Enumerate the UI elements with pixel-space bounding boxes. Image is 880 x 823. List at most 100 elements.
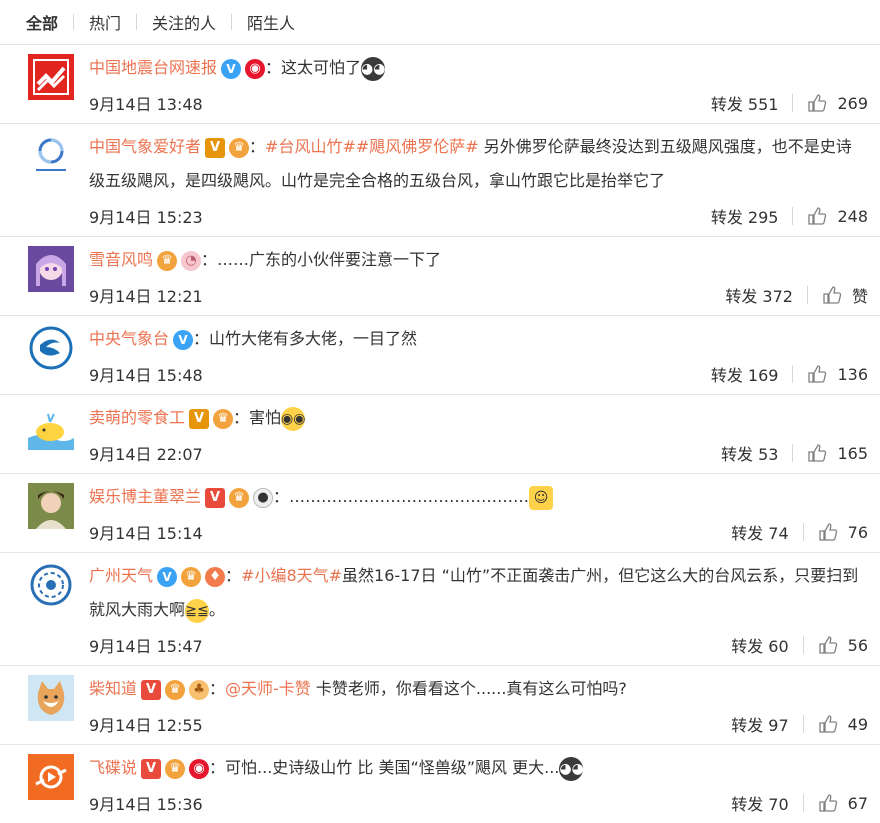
laughing-tears-emoji-icon: ≧≦ bbox=[185, 598, 210, 623]
like-button[interactable]: 136 bbox=[807, 364, 868, 384]
like-count: 269 bbox=[837, 93, 868, 113]
like-count: 49 bbox=[847, 714, 868, 734]
divider bbox=[792, 207, 794, 225]
verified-orange-icon: V bbox=[189, 408, 210, 429]
divider bbox=[806, 286, 808, 304]
avatar[interactable] bbox=[28, 404, 74, 450]
avatar[interactable] bbox=[28, 246, 74, 292]
scared-face-emoji-icon: ◕◕ bbox=[361, 56, 385, 81]
comment-content: 雪音风鸣 ♛ ◔ ：……广东的小伙伴要注意一下了 bbox=[89, 250, 442, 271]
timestamp: 9月14日 15:48 bbox=[89, 366, 203, 385]
timestamp: 9月14日 15:14 bbox=[89, 524, 203, 543]
divider bbox=[792, 444, 794, 462]
hashtag-link[interactable]: #台风山竹# bbox=[265, 137, 356, 156]
kid-emoji-icon: ☺ bbox=[529, 485, 554, 510]
balloon-badge-icon: ♦ bbox=[205, 566, 226, 587]
like-button[interactable]: 269 bbox=[807, 93, 868, 113]
username[interactable]: 飞碟说 bbox=[89, 758, 137, 777]
repost-button[interactable]: 转发 295 bbox=[711, 204, 779, 228]
comment-filter-tabs: 全部 热门 关注的人 陌生人 bbox=[0, 0, 880, 44]
like-count: 67 bbox=[847, 793, 868, 813]
like-button[interactable]: 165 bbox=[807, 443, 868, 463]
comment-text-end: 。 bbox=[209, 600, 226, 619]
verified-red-icon: V bbox=[205, 487, 226, 508]
verified-orange-icon: V bbox=[205, 137, 226, 158]
tab-all[interactable]: 全部 bbox=[26, 10, 58, 34]
like-count: 136 bbox=[837, 364, 868, 384]
avatar[interactable] bbox=[28, 562, 74, 608]
thumbs-up-icon bbox=[808, 94, 827, 112]
username[interactable]: 卖萌的零食工 bbox=[89, 408, 185, 427]
member-crown-icon: ♛ bbox=[229, 487, 250, 508]
avatar[interactable] bbox=[28, 54, 74, 100]
hashtag-link[interactable]: #小编8天气# bbox=[241, 566, 342, 585]
avatar[interactable] bbox=[28, 675, 74, 721]
repost-button[interactable]: 转发 97 bbox=[731, 712, 788, 736]
username[interactable]: 中国地震台网速报 bbox=[89, 58, 217, 77]
comment-meta: 9月14日 13:48 转发 551 269 bbox=[89, 91, 868, 115]
repost-button[interactable]: 转发 53 bbox=[721, 441, 778, 465]
avatar[interactable] bbox=[28, 325, 74, 371]
username[interactable]: 中国气象爱好者 bbox=[89, 137, 201, 156]
repost-button[interactable]: 转发 70 bbox=[731, 791, 788, 815]
hashtag-link[interactable]: #飓风佛罗伦萨# bbox=[356, 137, 479, 156]
tab-hot[interactable]: 热门 bbox=[89, 10, 121, 34]
thumbs-up-icon bbox=[808, 365, 827, 383]
repost-button[interactable]: 转发 60 bbox=[731, 633, 788, 657]
comment-content: 中国气象爱好者 V ♛ ：#台风山竹##飓风佛罗伦萨# 另外佛罗伦萨最终没达到五级飓风… bbox=[89, 137, 852, 190]
timestamp: 9月14日 12:21 bbox=[89, 287, 203, 306]
portrait-avatar-icon bbox=[28, 483, 74, 529]
repost-button[interactable]: 转发 551 bbox=[711, 91, 779, 115]
repost-button[interactable]: 转发 169 bbox=[711, 362, 779, 386]
member-crown-icon: ♛ bbox=[229, 137, 250, 158]
username[interactable]: 雪音风鸣 bbox=[89, 250, 153, 269]
comment-text: 害怕 bbox=[249, 408, 282, 427]
username[interactable]: 娱乐博主董翠兰 bbox=[89, 487, 201, 506]
like-count: 165 bbox=[837, 443, 868, 463]
repost-button[interactable]: 转发 74 bbox=[731, 520, 788, 544]
member-crown-icon: ♛ bbox=[213, 408, 234, 429]
member-crown-icon: ♛ bbox=[165, 679, 186, 700]
repost-button[interactable]: 转发 372 bbox=[725, 283, 793, 307]
username[interactable]: 中央气象台 bbox=[89, 329, 169, 348]
username[interactable]: 柴知道 bbox=[89, 679, 137, 698]
like-button[interactable]: 248 bbox=[807, 206, 868, 226]
divider bbox=[802, 523, 804, 541]
comment-item: 卖萌的零食工 V ♛ ：害怕◉◉ 9月14日 22:07 转发 53 165 bbox=[0, 394, 880, 473]
comment-item: 娱乐博主董翠兰 V ♛ ●：……………………………………… ☺ 9月14日 15:14 … bbox=[0, 473, 880, 552]
tab-strangers[interactable]: 陌生人 bbox=[247, 10, 295, 34]
fearful-face-emoji-icon: ◉◉ bbox=[281, 406, 305, 431]
tab-divider bbox=[73, 14, 75, 30]
cma-logo-icon bbox=[28, 325, 74, 371]
tab-divider bbox=[231, 14, 233, 30]
avatar[interactable] bbox=[28, 483, 74, 529]
like-button[interactable]: 56 bbox=[818, 635, 868, 655]
divider bbox=[792, 365, 794, 383]
scared-face-emoji-icon: ◕◕ bbox=[559, 756, 584, 781]
tab-following[interactable]: 关注的人 bbox=[152, 10, 216, 34]
timestamp: 9月14日 22:07 bbox=[89, 445, 203, 464]
comment-meta: 9月14日 22:07 转发 53 165 bbox=[89, 441, 868, 465]
comment-text: ……广东的小伙伴要注意一下了 bbox=[217, 250, 442, 269]
like-button[interactable]: 76 bbox=[818, 522, 868, 542]
comment-item: 中央气象台 V ：山竹大佬有多大佬，一目了然 9月14日 15:48 转发 169 … bbox=[0, 315, 880, 394]
like-button[interactable]: 67 bbox=[818, 793, 868, 813]
comment-list: 中国地震台网速报 V ◉ ：这太可怕了◕◕ 9月14日 13:48 转发 551 26… bbox=[0, 44, 880, 823]
shiba-dog-avatar-icon bbox=[28, 675, 74, 721]
mention-link[interactable]: @天师-卡赞 bbox=[225, 679, 311, 698]
avatar[interactable] bbox=[28, 754, 74, 800]
whale-avatar-icon bbox=[28, 404, 74, 450]
like-button[interactable]: 49 bbox=[818, 714, 868, 734]
like-button[interactable]: 赞 bbox=[822, 283, 868, 307]
comment-text: ……………………………………… bbox=[289, 487, 530, 506]
username[interactable]: 广州天气 bbox=[89, 566, 153, 585]
comment-content: 中央气象台 V ：山竹大佬有多大佬，一目了然 bbox=[89, 329, 418, 350]
comment-meta: 9月14日 15:48 转发 169 136 bbox=[89, 362, 868, 386]
comment-content: 卖萌的零食工 V ♛ ：害怕◉◉ bbox=[89, 401, 862, 435]
comment-meta: 9月14日 12:55 转发 97 49 bbox=[89, 712, 868, 736]
comment-item: 飞碟说 V ♛ ◉ ：可怕...史诗级山竹 比 美国“怪兽级”飓风 更大...◕◕ 9月… bbox=[0, 744, 880, 823]
comment-content: 广州天气 V ♛ ♦ ：#小编8天气#虽然16-17日 “山竹”不正面袭击广州，但它这么… bbox=[89, 559, 862, 627]
thumbs-up-icon bbox=[818, 794, 837, 812]
comment-content: 中国地震台网速报 V ◉ ：这太可怕了◕◕ bbox=[89, 51, 862, 85]
avatar[interactable] bbox=[28, 133, 74, 179]
